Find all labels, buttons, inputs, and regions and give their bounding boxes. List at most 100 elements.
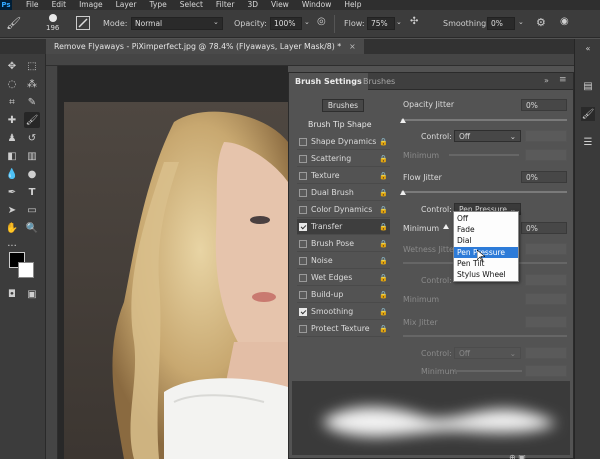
brush-panel-toggle-icon[interactable] [76,16,90,30]
list-item-shape-dynamics[interactable]: Shape Dynamics 🔒 [297,134,390,150]
create-new-brush-icon[interactable]: ⊕ ▣ [509,453,526,459]
stamp-icon[interactable]: ♟ [4,130,20,146]
hand-icon[interactable]: ✋ [4,220,20,236]
menu-type[interactable]: Type [150,0,167,10]
lock-icon[interactable]: 🔒 [379,134,388,150]
chevron-down-icon[interactable]: ⌄ [518,18,524,26]
lock-icon[interactable]: 🔒 [379,270,388,286]
list-item-noise[interactable]: Noise 🔒 [297,253,390,269]
minimum-value-2[interactable]: 0% [521,222,567,234]
menu-edit[interactable]: Edit [52,0,67,10]
brushes-button[interactable]: Brushes [322,99,364,112]
opacity-jitter-value[interactable]: 0% [521,99,567,111]
checkbox[interactable] [299,274,307,282]
checkbox[interactable] [299,291,307,299]
screen-mode-icon[interactable]: ▣ [24,286,40,302]
properties-panel-icon[interactable]: ☰ [581,135,595,149]
healing-icon[interactable]: ✚ [4,112,20,128]
list-item-brush-pose[interactable]: Brush Pose 🔒 [297,236,390,252]
menu-help[interactable]: Help [344,0,361,10]
gear-icon[interactable]: ⚙ [536,16,546,29]
menu-filter[interactable]: Filter [216,0,235,10]
dropdown-option-stylus-wheel[interactable]: Stylus Wheel [454,269,518,280]
dropdown-option-pen-tilt[interactable]: Pen Tilt [454,258,518,269]
checkbox[interactable] [299,206,307,214]
list-item-brush-tip-shape[interactable]: Brush Tip Shape [297,117,390,133]
artboard-icon[interactable]: ⬚ [24,58,40,74]
document-tab[interactable]: Remove Flyaways - PiXimperfect.jpg @ 78.… [46,39,364,54]
pressure-opacity-icon[interactable]: ◎ [317,16,326,27]
zoom-icon[interactable]: 🔍 [24,220,40,236]
list-item-transfer[interactable]: Transfer 🔒 [297,219,390,235]
lock-icon[interactable]: 🔒 [379,219,388,235]
smoothing-input[interactable]: 0% [487,17,515,30]
type-icon[interactable]: T [24,184,40,200]
checkbox[interactable] [299,138,307,146]
brush-preset-picker[interactable] [46,13,62,23]
opacity-jitter-slider-handle[interactable] [400,118,406,123]
opacity-input[interactable]: 100% [270,17,302,30]
checkbox-checked[interactable] [299,223,307,231]
dropdown-option-off[interactable]: Off [454,213,518,224]
chevron-down-icon[interactable]: ⌄ [396,18,402,26]
list-item-dual-brush[interactable]: Dual Brush 🔒 [297,185,390,201]
background-color-swatch[interactable] [18,262,34,278]
quick-mask-icon[interactable]: ◘ [4,286,20,302]
menu-select[interactable]: Select [180,0,203,10]
dropdown-option-dial[interactable]: Dial [454,235,518,246]
path-select-icon[interactable]: ➤ [4,202,20,218]
gradient-icon[interactable]: ▥ [24,148,40,164]
list-item-protect-texture[interactable]: Protect Texture 🔒 [297,321,390,337]
tab-brushes[interactable]: Brushes [357,73,401,90]
lock-icon[interactable]: 🔒 [379,253,388,269]
dropdown-option-pen-pressure[interactable]: Pen Pressure [454,247,518,258]
brush-tool-icon[interactable]: 🖌 [6,16,21,30]
magic-wand-icon[interactable]: ⁂ [24,76,40,92]
opacity-control-select[interactable]: Off ⌄ [454,130,521,142]
flow-input[interactable]: 75% [367,17,395,30]
vertical-ruler[interactable] [46,66,58,459]
tab-brush-settings[interactable]: Brush Settings [289,73,368,90]
list-item-scattering[interactable]: Scattering 🔒 [297,151,390,167]
lock-icon[interactable]: 🔒 [379,321,388,337]
blur-icon[interactable]: 💧 [4,166,20,182]
rectangle-icon[interactable]: ▭ [24,202,40,218]
collapse-panels-icon[interactable]: « [581,41,595,55]
brush-icon[interactable]: 🖌 [24,112,40,128]
list-item-build-up[interactable]: Build-up 🔒 [297,287,390,303]
list-item-texture[interactable]: Texture 🔒 [297,168,390,184]
checkbox[interactable] [299,325,307,333]
horizontal-ruler[interactable] [46,54,574,66]
photoshop-logo-icon[interactable]: Ps [0,0,12,10]
mode-select[interactable]: Normal [131,17,223,30]
flow-jitter-slider-handle[interactable] [400,190,406,195]
eraser-icon[interactable]: ◧ [4,148,20,164]
panel-menu-icon[interactable]: ≡ [559,75,567,85]
lock-icon[interactable]: 🔒 [379,151,388,167]
eyedropper-icon[interactable]: ✎ [24,94,40,110]
lock-icon[interactable]: 🔒 [379,202,388,218]
lock-icon[interactable]: 🔒 [379,304,388,320]
opacity-jitter-slider[interactable] [401,119,567,121]
checkbox[interactable] [299,257,307,265]
list-item-wet-edges[interactable]: Wet Edges 🔒 [297,270,390,286]
lock-icon[interactable]: 🔒 [379,168,388,184]
history-brush-icon[interactable]: ↺ [24,130,40,146]
close-icon[interactable]: × [349,42,356,51]
menu-window[interactable]: Window [302,0,332,10]
pen-icon[interactable]: ✒ [4,184,20,200]
brush-settings-panel-icon[interactable]: 🖌 [581,107,595,121]
flow-jitter-value[interactable]: 0% [521,171,567,183]
lock-icon[interactable]: 🔒 [379,287,388,303]
chevron-down-icon[interactable]: ⌄ [304,18,310,26]
menu-view[interactable]: View [271,0,289,10]
checkbox[interactable] [299,240,307,248]
panel-collapse-icon[interactable]: » [544,76,549,85]
list-item-color-dynamics[interactable]: Color Dynamics 🔒 [297,202,390,218]
dodge-icon[interactable]: ● [24,166,40,182]
crop-icon[interactable]: ⌗ [4,94,20,110]
lasso-icon[interactable]: ◌ [4,76,20,92]
lock-icon[interactable]: 🔒 [379,185,388,201]
move-icon[interactable]: ✥ [4,58,20,74]
minimum-slider-handle[interactable] [443,224,449,229]
